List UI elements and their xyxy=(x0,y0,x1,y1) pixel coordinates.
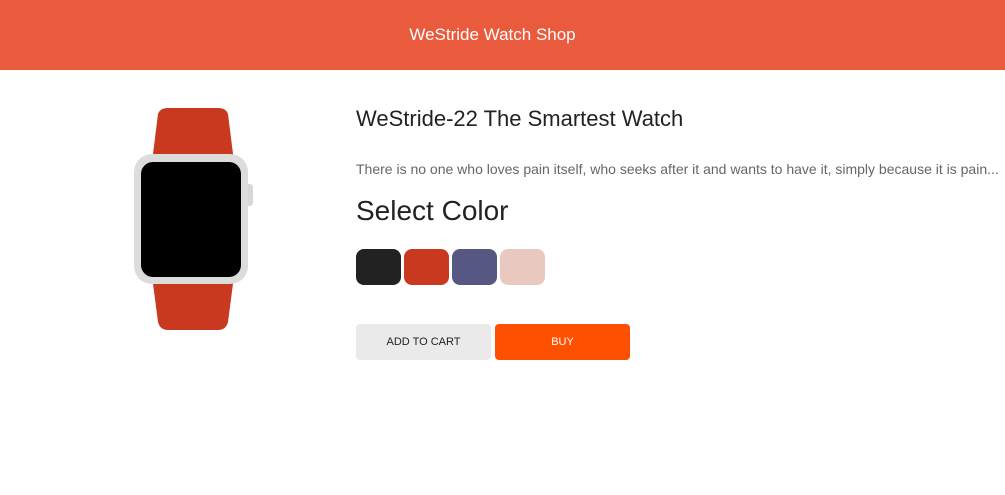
add-to-cart-button[interactable]: ADD TO CART xyxy=(356,324,491,360)
action-buttons: ADD TO CART BUY xyxy=(356,324,630,360)
swatch-pink[interactable] xyxy=(500,249,545,285)
watch-band-top xyxy=(152,108,234,162)
watch-image xyxy=(134,108,253,330)
swatch-purple[interactable] xyxy=(452,249,497,285)
shop-title: WeStride Watch Shop xyxy=(409,25,576,44)
header-bar: WeStride Watch Shop xyxy=(0,0,1005,70)
watch-band-bottom xyxy=(152,276,234,330)
product-description: There is no one who loves pain itself, w… xyxy=(356,161,999,177)
buy-button[interactable]: BUY xyxy=(495,324,630,360)
watch-screen xyxy=(141,162,241,277)
product-title: WeStride-22 The Smartest Watch xyxy=(356,106,684,131)
color-swatches xyxy=(356,249,545,285)
product-info: WeStride-22 The Smartest Watch There is … xyxy=(356,103,1005,360)
swatch-black[interactable] xyxy=(356,249,401,285)
select-color-heading: Select Color xyxy=(356,195,509,226)
swatch-red[interactable] xyxy=(404,249,449,285)
